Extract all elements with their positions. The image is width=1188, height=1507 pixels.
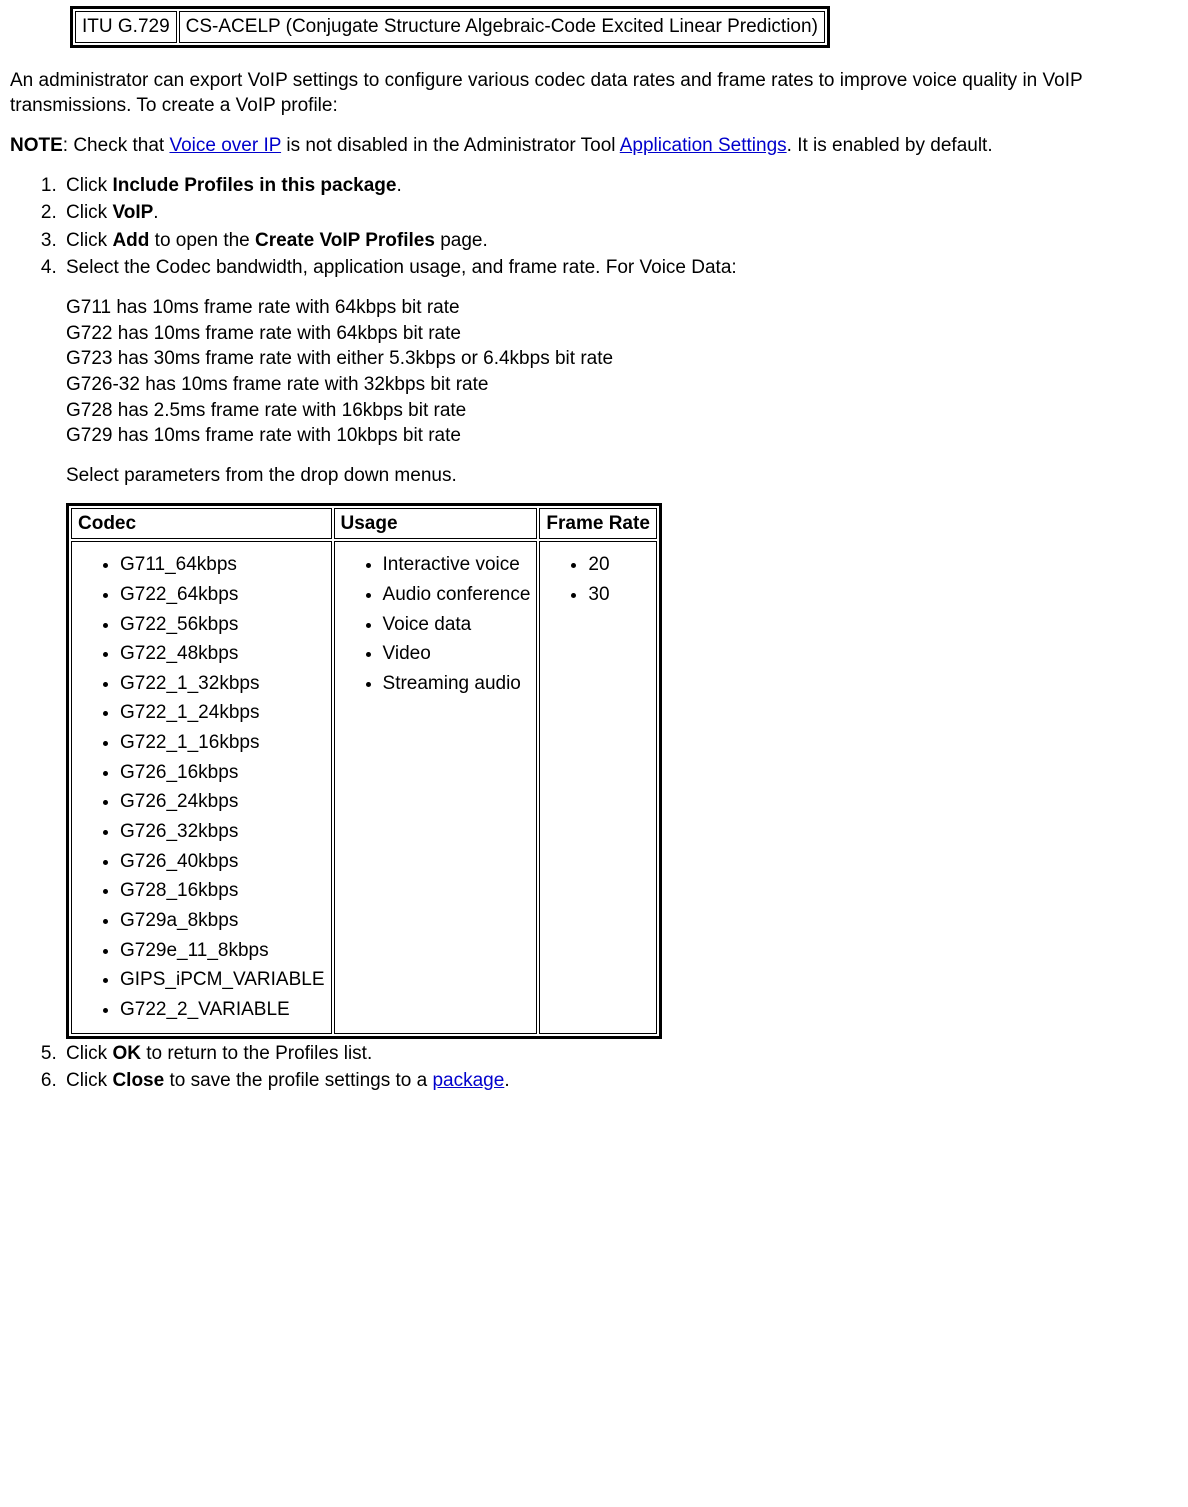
params-cell-frame-rate: 20 30 <box>539 541 657 1033</box>
step-5: Click OK to return to the Profiles list. <box>62 1041 1178 1067</box>
step-1: Click Include Profiles in this package. <box>62 173 1178 199</box>
step-2-text-c: . <box>153 202 158 223</box>
usage-list: Interactive voice Audio conference Voice… <box>341 552 531 696</box>
list-item: Video <box>383 641 531 667</box>
step-1-text-a: Click <box>66 175 112 196</box>
list-item: G722_56kbps <box>120 612 325 638</box>
list-item: Audio conference <box>383 582 531 608</box>
codec-definition-table: ITU G.729 CS-ACELP (Conjugate Structure … <box>70 6 830 48</box>
note-text-mid: is not disabled in the Administrator Too… <box>281 135 620 156</box>
note-text-before: : Check that <box>63 135 170 156</box>
list-item: G722_1_16kbps <box>120 730 325 756</box>
codec-line: G723 has 30ms frame rate with either 5.3… <box>66 346 1178 372</box>
list-item: G722_1_24kbps <box>120 700 325 726</box>
params-header-codec: Codec <box>71 508 332 540</box>
step-6-bold: Close <box>112 1070 164 1091</box>
step-1-text-c: . <box>396 175 401 196</box>
step-5-bold: OK <box>112 1043 141 1064</box>
note-label: NOTE <box>10 135 63 156</box>
params-table: Codec Usage Frame Rate G711_64kbps G722_… <box>66 503 662 1039</box>
step-3-text-c: to open the <box>149 230 255 251</box>
note-text-after: . It is enabled by default. <box>787 135 993 156</box>
select-params-text: Select parameters from the drop down men… <box>66 463 1178 489</box>
codec-definition-left: ITU G.729 <box>75 11 177 43</box>
list-item: GIPS_iPCM_VARIABLE <box>120 967 325 993</box>
list-item: G726_16kbps <box>120 760 325 786</box>
step-1-bold: Include Profiles in this package <box>112 175 396 196</box>
list-item: Interactive voice <box>383 552 531 578</box>
list-item: G729e_11_8kbps <box>120 938 325 964</box>
codec-line: G726-32 has 10ms frame rate with 32kbps … <box>66 372 1178 398</box>
list-item: G722_2_VARIABLE <box>120 997 325 1023</box>
step-6: Click Close to save the profile settings… <box>62 1068 1178 1094</box>
step-6-text-d: . <box>504 1070 509 1091</box>
codec-list: G711_64kbps G722_64kbps G722_56kbps G722… <box>78 552 325 1022</box>
step-2-bold: VoIP <box>112 202 153 223</box>
step-5-text-c: to return to the Profiles list. <box>141 1043 372 1064</box>
params-cell-usage: Interactive voice Audio conference Voice… <box>334 541 538 1033</box>
params-header-usage: Usage <box>334 508 538 540</box>
list-item: G726_32kbps <box>120 819 325 845</box>
list-item: G722_64kbps <box>120 582 325 608</box>
list-item: G722_48kbps <box>120 641 325 667</box>
codec-line: G728 has 2.5ms frame rate with 16kbps bi… <box>66 398 1178 424</box>
step-6-text-c: to save the profile settings to a <box>164 1070 432 1091</box>
voice-over-ip-link[interactable]: Voice over IP <box>169 135 281 156</box>
list-item: G728_16kbps <box>120 878 325 904</box>
frame-rate-list: 20 30 <box>546 552 650 607</box>
list-item: G729a_8kbps <box>120 908 325 934</box>
list-item: Voice data <box>383 612 531 638</box>
codec-definition-right: CS-ACELP (Conjugate Structure Algebraic-… <box>179 11 825 43</box>
codec-line: G711 has 10ms frame rate with 64kbps bit… <box>66 295 1178 321</box>
list-item: G722_1_32kbps <box>120 671 325 697</box>
step-4: Select the Codec bandwidth, application … <box>62 255 1178 1038</box>
codec-line: G729 has 10ms frame rate with 10kbps bit… <box>66 423 1178 449</box>
list-item: G726_40kbps <box>120 849 325 875</box>
step-3-text-e: page. <box>435 230 488 251</box>
list-item: Streaming audio <box>383 671 531 697</box>
step-3-bold-1: Add <box>112 230 149 251</box>
step-3: Click Add to open the Create VoIP Profil… <box>62 228 1178 254</box>
step-4-text: Select the Codec bandwidth, application … <box>66 257 737 278</box>
step-3-text-a: Click <box>66 230 112 251</box>
step-2-text-a: Click <box>66 202 112 223</box>
list-item: 20 <box>588 552 650 578</box>
steps-list: Click Include Profiles in this package. … <box>10 173 1178 1094</box>
codec-lines-block: G711 has 10ms frame rate with 64kbps bit… <box>66 295 1178 449</box>
list-item: G711_64kbps <box>120 552 325 578</box>
application-settings-link[interactable]: Application Settings <box>620 135 787 156</box>
codec-line: G722 has 10ms frame rate with 64kbps bit… <box>66 321 1178 347</box>
intro-paragraph: An administrator can export VoIP setting… <box>10 68 1178 119</box>
step-2: Click VoIP. <box>62 200 1178 226</box>
step-6-text-a: Click <box>66 1070 112 1091</box>
step-3-bold-2: Create VoIP Profiles <box>255 230 435 251</box>
params-cell-codec: G711_64kbps G722_64kbps G722_56kbps G722… <box>71 541 332 1033</box>
step-5-text-a: Click <box>66 1043 112 1064</box>
params-header-frame-rate: Frame Rate <box>539 508 657 540</box>
note-paragraph: NOTE: Check that Voice over IP is not di… <box>10 133 1178 159</box>
package-link[interactable]: package <box>432 1070 504 1091</box>
list-item: G726_24kbps <box>120 789 325 815</box>
list-item: 30 <box>588 582 650 608</box>
